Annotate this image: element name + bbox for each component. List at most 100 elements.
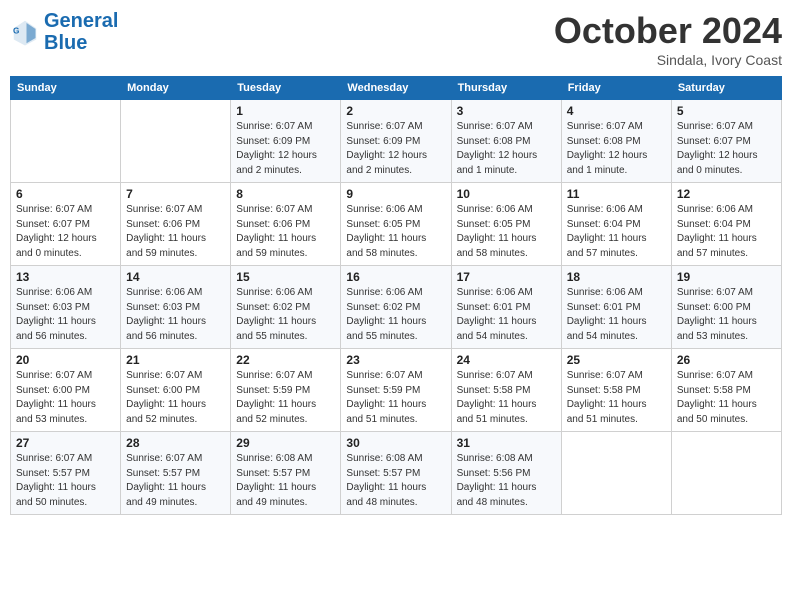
- day-detail: Sunrise: 6:07 AM Sunset: 6:09 PM Dayligh…: [236, 120, 335, 178]
- calendar-cell: 29Sunrise: 6:08 AM Sunset: 5:57 PM Dayli…: [231, 432, 341, 515]
- day-detail: Sunrise: 6:07 AM Sunset: 6:09 PM Dayligh…: [346, 120, 445, 178]
- day-number: 10: [457, 187, 556, 201]
- calendar-cell: 16 Sunrise: 6:06 AM Sunset: 6:02 PM Dayli…: [341, 266, 451, 349]
- calendar-cell: 2 Sunrise: 6:07 AM Sunset: 6:09 PM Daylig…: [341, 100, 451, 183]
- day-number: 26: [677, 353, 776, 367]
- weekday-header-row: SundayMondayTuesdayWednesdayThursdayFrid…: [11, 77, 782, 100]
- calendar-cell: [121, 100, 231, 183]
- calendar-cell: 4 Sunrise: 6:07 AM Sunset: 6:08 PM Daylig…: [561, 100, 671, 183]
- week-row-1: 1 Sunrise: 6:07 AM Sunset: 6:09 PM Daylig…: [11, 100, 782, 183]
- day-detail: Sunrise: 6:06 AM Sunset: 6:02 PM Dayligh…: [346, 286, 445, 344]
- calendar-cell: 7 Sunrise: 6:07 AM Sunset: 6:06 PM Daylig…: [121, 183, 231, 266]
- calendar-cell: 3 Sunrise: 6:07 AM Sunset: 6:08 PM Daylig…: [451, 100, 561, 183]
- calendar-cell: [11, 100, 121, 183]
- day-detail: Sunrise: 6:07 AM Sunset: 6:08 PM Dayligh…: [567, 120, 666, 178]
- day-number: 3: [457, 104, 556, 118]
- title-block: October 2024 Sindala, Ivory Coast: [554, 10, 782, 68]
- day-detail: Sunrise: 6:06 AM Sunset: 6:03 PM Dayligh…: [16, 286, 115, 344]
- calendar-cell: 12Sunrise: 6:06 AM Sunset: 6:04 PM Dayli…: [671, 183, 781, 266]
- day-number: 7: [126, 187, 225, 201]
- calendar-cell: 9Sunrise: 6:06 AM Sunset: 6:05 PM Daylig…: [341, 183, 451, 266]
- calendar-cell: 17 Sunrise: 6:06 AM Sunset: 6:01 PM Dayli…: [451, 266, 561, 349]
- day-number: 15: [236, 270, 335, 284]
- day-detail: Sunrise: 6:07 AM Sunset: 5:58 PM Dayligh…: [457, 369, 556, 427]
- day-number: 5: [677, 104, 776, 118]
- day-detail: Sunrise: 6:08 AM Sunset: 5:56 PM Dayligh…: [457, 452, 556, 510]
- weekday-header-thursday: Thursday: [451, 77, 561, 100]
- day-number: 19: [677, 270, 776, 284]
- calendar-cell: 10 Sunrise: 6:06 AM Sunset: 6:05 PM Dayli…: [451, 183, 561, 266]
- day-number: 22: [236, 353, 335, 367]
- day-number: 2: [346, 104, 445, 118]
- calendar-cell: 28 Sunrise: 6:07 AM Sunset: 5:57 PM Dayli…: [121, 432, 231, 515]
- weekday-header-monday: Monday: [121, 77, 231, 100]
- day-detail: Sunrise: 6:06 AM Sunset: 6:02 PM Dayligh…: [236, 286, 335, 344]
- weekday-header-saturday: Saturday: [671, 77, 781, 100]
- day-number: 23: [346, 353, 445, 367]
- calendar-cell: 30 Sunrise: 6:08 AM Sunset: 5:57 PM Dayli…: [341, 432, 451, 515]
- day-detail: Sunrise: 6:07 AM Sunset: 6:00 PM Dayligh…: [677, 286, 776, 344]
- day-detail: Sunrise: 6:07 AM Sunset: 6:00 PM Dayligh…: [16, 369, 115, 427]
- day-number: 4: [567, 104, 666, 118]
- day-number: 11: [567, 187, 666, 201]
- calendar-cell: 21 Sunrise: 6:07 AM Sunset: 6:00 PM Dayli…: [121, 349, 231, 432]
- day-number: 14: [126, 270, 225, 284]
- weekday-header-friday: Friday: [561, 77, 671, 100]
- calendar-cell: 13 Sunrise: 6:06 AM Sunset: 6:03 PM Dayli…: [11, 266, 121, 349]
- calendar-cell: 5Sunrise: 6:07 AM Sunset: 6:07 PM Daylig…: [671, 100, 781, 183]
- svg-text:G: G: [13, 27, 19, 36]
- day-number: 13: [16, 270, 115, 284]
- week-row-4: 20 Sunrise: 6:07 AM Sunset: 6:00 PM Dayli…: [11, 349, 782, 432]
- day-detail: Sunrise: 6:07 AM Sunset: 5:57 PM Dayligh…: [16, 452, 115, 510]
- day-number: 21: [126, 353, 225, 367]
- day-detail: Sunrise: 6:06 AM Sunset: 6:05 PM Dayligh…: [346, 203, 445, 261]
- day-detail: Sunrise: 6:07 AM Sunset: 5:59 PM Dayligh…: [346, 369, 445, 427]
- logo-icon: G: [10, 17, 40, 47]
- weekday-header-sunday: Sunday: [11, 77, 121, 100]
- week-row-3: 13 Sunrise: 6:06 AM Sunset: 6:03 PM Dayli…: [11, 266, 782, 349]
- day-detail: Sunrise: 6:07 AM Sunset: 5:57 PM Dayligh…: [126, 452, 225, 510]
- day-number: 20: [16, 353, 115, 367]
- day-detail: Sunrise: 6:07 AM Sunset: 6:00 PM Dayligh…: [126, 369, 225, 427]
- day-detail: Sunrise: 6:06 AM Sunset: 6:01 PM Dayligh…: [567, 286, 666, 344]
- day-detail: Sunrise: 6:07 AM Sunset: 5:59 PM Dayligh…: [236, 369, 335, 427]
- calendar-cell: 22 Sunrise: 6:07 AM Sunset: 5:59 PM Dayli…: [231, 349, 341, 432]
- day-number: 16: [346, 270, 445, 284]
- day-number: 30: [346, 436, 445, 450]
- page-header: G General Blue October 2024 Sindala, Ivo…: [10, 10, 782, 68]
- calendar-cell: 31 Sunrise: 6:08 AM Sunset: 5:56 PM Dayli…: [451, 432, 561, 515]
- day-number: 25: [567, 353, 666, 367]
- logo-general: General: [44, 10, 118, 32]
- day-number: 27: [16, 436, 115, 450]
- day-detail: Sunrise: 6:07 AM Sunset: 6:08 PM Dayligh…: [457, 120, 556, 178]
- calendar-cell: 26Sunrise: 6:07 AM Sunset: 5:58 PM Dayli…: [671, 349, 781, 432]
- weekday-header-tuesday: Tuesday: [231, 77, 341, 100]
- day-detail: Sunrise: 6:07 AM Sunset: 6:06 PM Dayligh…: [236, 203, 335, 261]
- day-detail: Sunrise: 6:07 AM Sunset: 6:06 PM Dayligh…: [126, 203, 225, 261]
- day-number: 24: [457, 353, 556, 367]
- week-row-5: 27 Sunrise: 6:07 AM Sunset: 5:57 PM Dayli…: [11, 432, 782, 515]
- day-number: 17: [457, 270, 556, 284]
- day-detail: Sunrise: 6:06 AM Sunset: 6:05 PM Dayligh…: [457, 203, 556, 261]
- calendar-cell: 6Sunrise: 6:07 AM Sunset: 6:07 PM Daylig…: [11, 183, 121, 266]
- day-detail: Sunrise: 6:06 AM Sunset: 6:01 PM Dayligh…: [457, 286, 556, 344]
- calendar-cell: [561, 432, 671, 515]
- calendar-cell: 14 Sunrise: 6:06 AM Sunset: 6:03 PM Dayli…: [121, 266, 231, 349]
- calendar-cell: 23 Sunrise: 6:07 AM Sunset: 5:59 PM Dayli…: [341, 349, 451, 432]
- day-detail: Sunrise: 6:06 AM Sunset: 6:04 PM Dayligh…: [677, 203, 776, 261]
- day-detail: Sunrise: 6:08 AM Sunset: 5:57 PM Dayligh…: [346, 452, 445, 510]
- calendar-cell: 25 Sunrise: 6:07 AM Sunset: 5:58 PM Dayli…: [561, 349, 671, 432]
- calendar-cell: 18 Sunrise: 6:06 AM Sunset: 6:01 PM Dayli…: [561, 266, 671, 349]
- calendar-cell: 15 Sunrise: 6:06 AM Sunset: 6:02 PM Dayli…: [231, 266, 341, 349]
- day-number: 29: [236, 436, 335, 450]
- day-detail: Sunrise: 6:06 AM Sunset: 6:03 PM Dayligh…: [126, 286, 225, 344]
- calendar-cell: [671, 432, 781, 515]
- day-number: 1: [236, 104, 335, 118]
- day-number: 18: [567, 270, 666, 284]
- calendar-cell: 24 Sunrise: 6:07 AM Sunset: 5:58 PM Dayli…: [451, 349, 561, 432]
- day-number: 28: [126, 436, 225, 450]
- calendar-table: SundayMondayTuesdayWednesdayThursdayFrid…: [10, 76, 782, 515]
- day-detail: Sunrise: 6:07 AM Sunset: 5:58 PM Dayligh…: [567, 369, 666, 427]
- logo-blue: Blue: [44, 32, 87, 54]
- day-number: 31: [457, 436, 556, 450]
